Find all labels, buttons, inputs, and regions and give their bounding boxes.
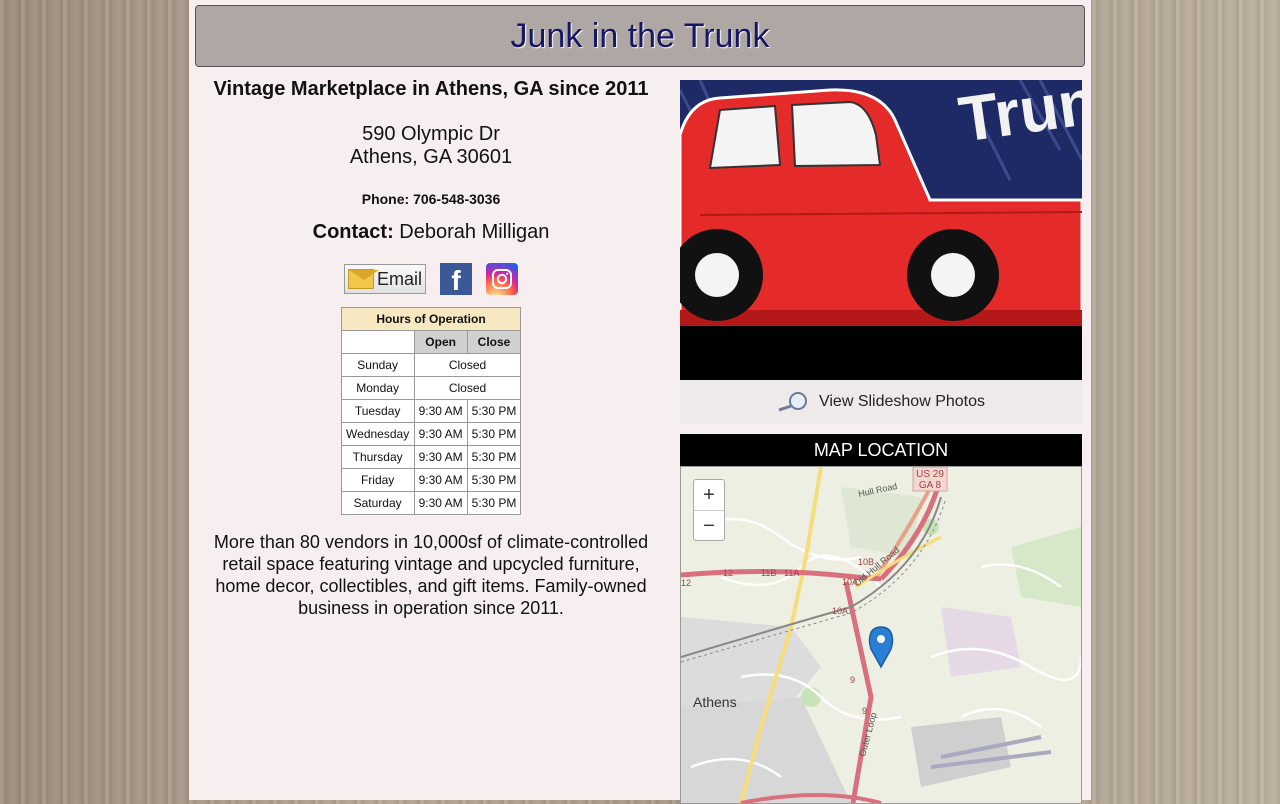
map-label-exit-9a: 9 <box>850 675 855 685</box>
facebook-glyph: f <box>451 265 461 296</box>
hours-title: Hours of Operation <box>340 307 522 331</box>
site-title: Junk in the Trunk <box>510 16 770 55</box>
hours-open: 9:30 AM <box>413 491 468 515</box>
hours-table: Hours of Operation Open Close Sunday Clo… <box>340 307 522 515</box>
map-label-exit-11b: 11B <box>761 568 776 578</box>
address-line-1: 590 Olympic Dr <box>362 123 500 145</box>
hours-day: Tuesday <box>340 399 415 423</box>
hours-closed: Closed <box>413 376 522 400</box>
map-label-exit-10a-1: 10A <box>842 577 858 587</box>
address: 590 Olympic Dr Athens, GA 30601 <box>201 123 661 169</box>
location-map[interactable]: US 29 GA 8 Hull Road Old Hull Road Outer… <box>680 466 1082 804</box>
hours-open: 9:30 AM <box>413 399 468 423</box>
hours-day: Monday <box>340 376 415 400</box>
hours-day: Thursday <box>340 445 415 469</box>
hours-corner <box>340 330 415 354</box>
hours-row: Monday Closed <box>340 376 522 400</box>
map-heading: MAP LOCATION <box>680 434 1082 466</box>
hours-close: 5:30 PM <box>466 445 522 469</box>
map-label-exit-10b: 10B <box>858 557 874 567</box>
hours-row: Tuesday 9:30 AM 5:30 PM <box>340 399 522 423</box>
contact-label: Contact: <box>312 221 394 243</box>
address-line-2: Athens, GA 30601 <box>349 146 513 168</box>
social-links: Email f <box>201 263 661 295</box>
hours-row: Friday 9:30 AM 5:30 PM <box>340 468 522 492</box>
hours-closed: Closed <box>413 353 522 377</box>
map-label-exit-12b: 12 <box>723 568 733 578</box>
hours-row: Saturday 9:30 AM 5:30 PM <box>340 491 522 515</box>
hours-close: 5:30 PM <box>466 422 522 446</box>
hours-open: 9:30 AM <box>413 422 468 446</box>
map-label-exit-9b: 9 <box>862 706 867 716</box>
hours-col-close: Close <box>466 330 522 354</box>
map-label-exit-10a-2: 10A <box>832 606 848 616</box>
map-label-us29: US 29 <box>916 469 944 480</box>
map-tiles: US 29 GA 8 Hull Road Old Hull Road Outer… <box>681 467 1081 803</box>
map-zoom-control: + − <box>693 479 725 541</box>
email-button-label: Email <box>376 268 422 289</box>
hours-row: Thursday 9:30 AM 5:30 PM <box>340 445 522 469</box>
business-description: More than 80 vendors in 10,000sf of clim… <box>213 532 649 618</box>
hours-close: 5:30 PM <box>466 399 522 423</box>
map-label-ga8: GA 8 <box>919 480 942 491</box>
hours-day: Saturday <box>340 491 415 515</box>
hours-open: 9:30 AM <box>413 445 468 469</box>
zoom-in-button[interactable]: + <box>694 480 724 510</box>
envelope-icon <box>348 269 379 289</box>
site-header: Junk in the Trunk <box>195 5 1085 67</box>
hours-close: 5:30 PM <box>466 468 522 492</box>
slideshow-photo[interactable]: Trunk <box>680 80 1082 380</box>
magnifier-icon <box>778 392 807 412</box>
hours-day: Sunday <box>340 353 415 377</box>
hours-row: Wednesday 9:30 AM 5:30 PM <box>340 422 522 446</box>
instagram-icon[interactable] <box>486 263 518 295</box>
contact: Contact: Deborah Milligan <box>201 221 661 244</box>
instagram-glyph <box>492 269 512 289</box>
hours-close: 5:30 PM <box>466 491 522 515</box>
view-slideshow-link[interactable]: View Slideshow Photos <box>680 380 1082 424</box>
hours-day: Friday <box>340 468 415 492</box>
facebook-icon[interactable]: f <box>440 263 472 295</box>
media-column: Trunk View Slideshow Photos MAP LOCATION <box>680 80 1082 804</box>
view-slideshow-label: View Slideshow Photos <box>818 393 986 410</box>
tagline: Vintage Marketplace in Athens, GA since … <box>213 78 649 100</box>
info-column: Vintage Marketplace in Athens, GA since … <box>201 78 661 619</box>
truck-illustration: Trunk <box>680 80 1082 380</box>
map-label-city: Athens <box>693 694 737 710</box>
hours-col-open: Open <box>413 330 468 354</box>
email-button[interactable]: Email <box>344 264 426 294</box>
hours-day: Wednesday <box>340 422 415 446</box>
map-label-exit-11a: 11A <box>784 568 799 578</box>
phone: Phone: 706-548-3036 <box>361 191 501 207</box>
page-container: Junk in the Trunk Vintage Marketplace in… <box>189 0 1091 804</box>
zoom-out-button[interactable]: − <box>694 510 724 541</box>
map-label-exit-12a: 12 <box>681 578 691 588</box>
hours-open: 9:30 AM <box>413 468 468 492</box>
hours-row: Sunday Closed <box>340 353 522 377</box>
contact-name: Deborah Milligan <box>399 221 550 243</box>
